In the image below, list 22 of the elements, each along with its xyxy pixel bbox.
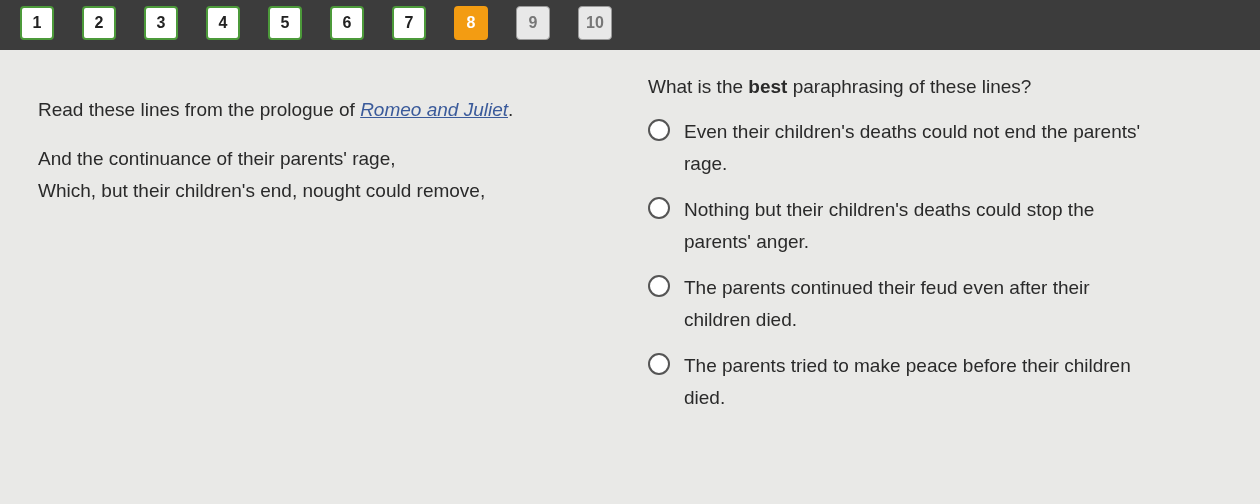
question-number-button[interactable]: 1 [20, 6, 54, 40]
answer-option[interactable]: Nothing but their children's deaths could stop the parents' anger. [648, 194, 1222, 258]
question-number-button[interactable]: 4 [206, 6, 240, 40]
radio-button[interactable] [648, 119, 670, 141]
passage-intro: Read these lines from the prologue of Romeo and Juliet. [38, 98, 515, 122]
answer-option[interactable]: The parents tried to make peace before their children died. [648, 350, 1222, 414]
question-number-button[interactable]: 9 [516, 6, 550, 40]
question-number-button[interactable]: 7 [392, 6, 426, 40]
radio-button[interactable] [648, 275, 670, 297]
title-link[interactable]: Romeo and Juliet [360, 99, 508, 120]
question-number-button[interactable]: 2 [82, 6, 116, 40]
passage-line: Which, but their children's end, nought could remove, [38, 179, 487, 203]
question-number-button[interactable]: 10 [578, 6, 612, 40]
question-number-button[interactable]: 3 [144, 6, 178, 40]
radio-button[interactable] [648, 197, 670, 219]
answer-option[interactable]: The parents continued their feud even after their children died. [648, 272, 1222, 336]
question-number-button[interactable]: 6 [330, 6, 364, 40]
answer-option[interactable]: Even their children's deaths could not end the parents' rage. [648, 116, 1222, 180]
passage-line: And the continuance of their parents' rage, [38, 147, 397, 171]
radio-button[interactable] [648, 353, 670, 375]
question-prompt: What is the best paraphrasing of these lines? [648, 75, 1033, 99]
question-number-button[interactable]: 5 [268, 6, 302, 40]
